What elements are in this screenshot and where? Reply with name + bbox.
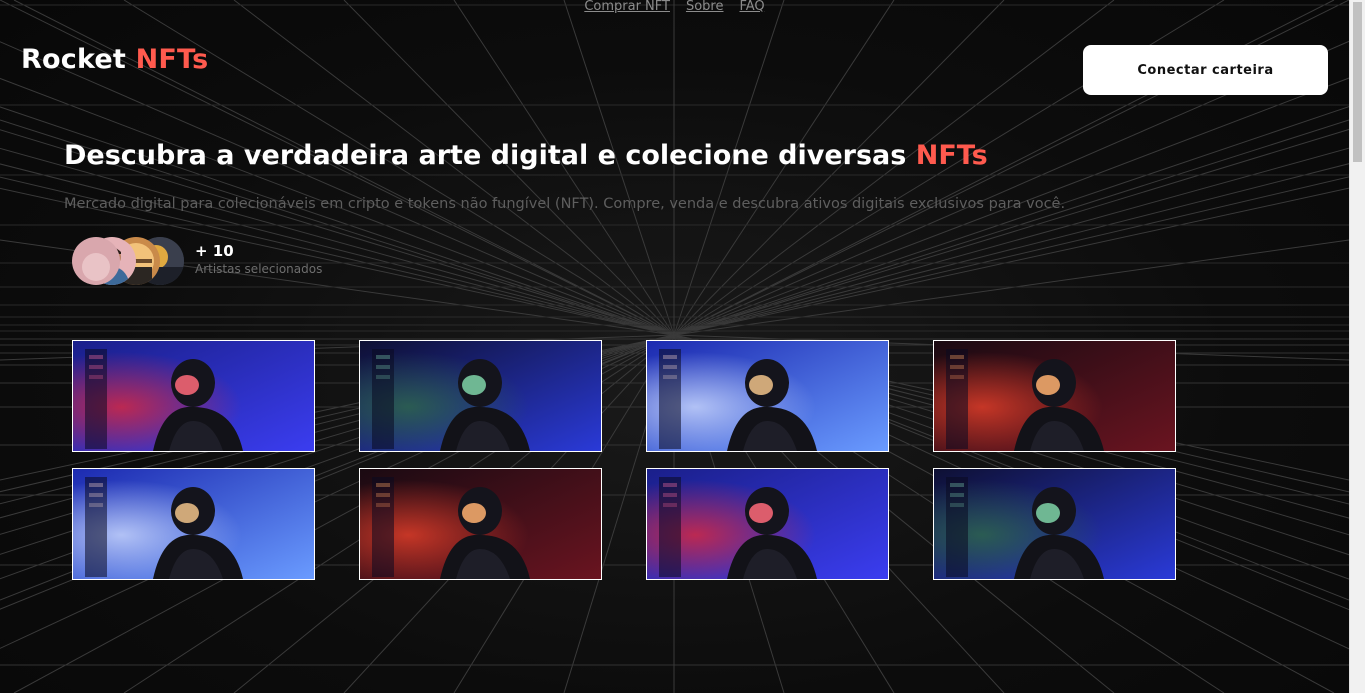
nft-image (73, 469, 314, 579)
logo-accent: NFTs (135, 44, 209, 75)
nav-link-buy-nft[interactable]: Comprar NFT (584, 0, 670, 16)
artists-label: Artistas selecionados (195, 262, 323, 276)
nft-image (73, 341, 314, 451)
top-nav: Comprar NFT Sobre FAQ (0, 0, 1349, 16)
nft-card[interactable] (359, 468, 602, 580)
scrollbar-thumb[interactable] (1353, 2, 1362, 162)
connect-wallet-button[interactable]: Conectar carteira (1083, 45, 1328, 95)
hero-title-accent: NFTs (915, 140, 988, 171)
nft-gallery (72, 340, 1176, 580)
page: Comprar NFT Sobre FAQ Rocket NFTs Conect… (0, 0, 1349, 693)
nav-link-faq[interactable]: FAQ (739, 0, 764, 16)
artist-avatars (72, 237, 192, 285)
logo[interactable]: Rocket NFTs (21, 44, 208, 75)
nft-image (934, 469, 1175, 579)
hero-subtitle: Mercado digital para colecionáveis em cr… (64, 196, 1066, 212)
artists-count: + 10 (195, 242, 234, 260)
nft-image (360, 341, 601, 451)
nft-card[interactable] (933, 340, 1176, 452)
nft-card[interactable] (72, 468, 315, 580)
nft-card[interactable] (646, 340, 889, 452)
nft-card[interactable] (359, 340, 602, 452)
nft-image (360, 469, 601, 579)
nav-link-about[interactable]: Sobre (686, 0, 724, 16)
hero-title-main: Descubra a verdadeira arte digital e col… (64, 140, 907, 171)
nft-card[interactable] (72, 340, 315, 452)
nft-image (647, 341, 888, 451)
hero-title: Descubra a verdadeira arte digital e col… (64, 140, 988, 171)
avatar-0 (72, 237, 120, 285)
logo-primary: Rocket (21, 44, 126, 75)
nft-card[interactable] (933, 468, 1176, 580)
vertical-scrollbar[interactable] (1349, 0, 1365, 693)
nft-card[interactable] (646, 468, 889, 580)
nft-image (934, 341, 1175, 451)
nft-image (647, 469, 888, 579)
